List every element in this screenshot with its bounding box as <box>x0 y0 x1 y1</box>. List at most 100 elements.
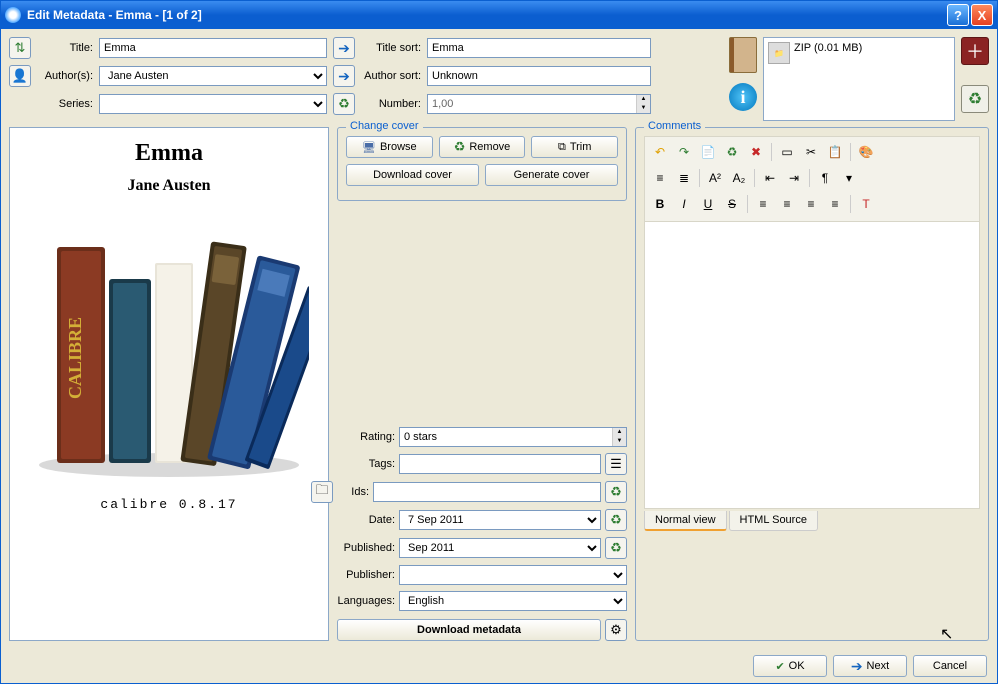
sub-icon[interactable]: A₂ <box>728 167 750 189</box>
download-metadata-button[interactable]: Download metadata <box>337 619 601 641</box>
add-format-button[interactable]: ＋ <box>961 37 989 65</box>
series-row: Series: ♻ Number: ▲▼ <box>9 93 723 115</box>
meta-fields: Rating: ▲▼ Tags: ☰ 🗀 Ids: <box>337 209 627 611</box>
calibre-version-text: calibre 0.8.17 <box>100 497 237 512</box>
underline-icon[interactable]: U <box>697 193 719 215</box>
mid-row: Emma Jane Austen CALIBRE <box>9 127 989 641</box>
tab-normal-view[interactable]: Normal view <box>644 511 727 531</box>
content-area: ⇅ Title: ➔ Title sort: 👤 Author(s): Jane… <box>1 29 997 649</box>
tags-editor-button[interactable]: ☰ <box>605 453 627 475</box>
configure-download-button[interactable]: ⚙ <box>605 619 627 641</box>
formats-list[interactable]: 📁 ZIP (0.01 MB) <box>763 37 955 121</box>
editor-toolbar: ↶ ↷ 📄 ♻ ✖ ▭ ✂ 📋 🎨 ≡ ≣ <box>644 136 980 221</box>
strike-icon[interactable]: S <box>721 193 743 215</box>
chevron-down-icon[interactable]: ▾ <box>838 167 860 189</box>
title-label: Title: <box>37 42 93 54</box>
browse-button[interactable]: 🖥Browse <box>346 136 433 158</box>
date-select[interactable]: 7 Sep 2011 <box>399 510 601 530</box>
published-select[interactable]: Sep 2011 <box>399 538 601 558</box>
cancel-button[interactable]: Cancel <box>913 655 987 677</box>
clear-published-button[interactable]: ♻ <box>605 537 627 559</box>
trim-button[interactable]: ⧉Trim <box>531 136 618 158</box>
font-color-icon[interactable]: T <box>855 193 877 215</box>
number-label: Number: <box>361 98 421 110</box>
app-icon <box>5 7 21 23</box>
titlebar: Edit Metadata - Emma - [1 of 2] ? X <box>1 1 997 29</box>
copy-icon[interactable]: 📄 <box>697 141 719 163</box>
comments-legend: Comments <box>644 120 705 132</box>
title-input[interactable] <box>99 38 327 58</box>
align-left-icon[interactable]: ≡ <box>752 193 774 215</box>
rating-spinner[interactable]: ▲▼ <box>612 428 626 446</box>
cut-icon[interactable]: ✂ <box>800 141 822 163</box>
top-right-panel: i 📁 ZIP (0.01 MB) ＋ ♻ <box>729 37 989 121</box>
help-button[interactable]: ? <box>947 4 969 26</box>
authors-select[interactable]: Jane Austen <box>99 66 327 86</box>
languages-select[interactable]: English <box>399 591 627 611</box>
bold-icon[interactable]: B <box>649 193 671 215</box>
title-sort-label: Title sort: <box>361 42 421 54</box>
undo-icon[interactable]: ↶ <box>649 141 671 163</box>
remove-cover-button[interactable]: ♻Remove <box>439 136 526 158</box>
delete-icon[interactable]: ✖ <box>745 141 767 163</box>
info-icon-button[interactable]: i <box>729 83 757 111</box>
paste-icon[interactable]: 📋 <box>824 141 846 163</box>
author-sort-input[interactable] <box>427 66 651 86</box>
number-input[interactable] <box>427 94 651 114</box>
recycle-icon[interactable]: ♻ <box>721 141 743 163</box>
author-to-sort-button[interactable]: ➔ <box>333 65 355 87</box>
indent-left-icon[interactable]: ⇤ <box>759 167 781 189</box>
align-right-icon[interactable]: ≡ <box>800 193 822 215</box>
tab-html-source[interactable]: HTML Source <box>729 511 818 531</box>
ids-icon-button[interactable]: 🗀 <box>311 481 333 503</box>
download-cover-button[interactable]: Download cover <box>346 164 479 186</box>
ids-label: Ids: <box>337 486 369 498</box>
swap-title-icon[interactable]: ⇅ <box>9 37 31 59</box>
title-row: ⇅ Title: ➔ Title sort: <box>9 37 723 59</box>
author-icon[interactable]: 👤 <box>9 65 31 87</box>
published-label: Published: <box>337 542 395 554</box>
title-sort-input[interactable] <box>427 38 651 58</box>
list-ul-icon[interactable]: ≡ <box>649 167 671 189</box>
align-justify-icon[interactable]: ≡ <box>824 193 846 215</box>
check-icon: ✔ <box>775 660 784 673</box>
select-all-icon[interactable]: ▭ <box>776 141 798 163</box>
svg-text:CALIBRE: CALIBRE <box>65 317 85 399</box>
color-icon[interactable]: 🎨 <box>855 141 877 163</box>
remove-format-button[interactable]: ♻ <box>961 85 989 113</box>
ok-button[interactable]: ✔OK <box>753 655 827 677</box>
change-cover-fieldset: Change cover 🖥Browse ♻Remove ⧉Trim Downl… <box>337 127 627 201</box>
series-select[interactable] <box>99 94 327 114</box>
tags-input[interactable] <box>399 454 601 474</box>
book-icon-button[interactable] <box>729 37 757 73</box>
align-center-icon[interactable]: ≡ <box>776 193 798 215</box>
cover-panel[interactable]: Emma Jane Austen CALIBRE <box>9 127 329 641</box>
comments-fieldset: Comments ↶ ↷ 📄 ♻ ✖ ▭ ✂ 📋 🎨 <box>635 127 989 641</box>
ids-input[interactable] <box>373 482 601 502</box>
author-sort-label: Author sort: <box>361 70 421 82</box>
list-ol-icon[interactable]: ≣ <box>673 167 695 189</box>
clear-series-button[interactable]: ♻ <box>333 93 355 115</box>
change-cover-legend: Change cover <box>346 120 423 132</box>
italic-icon[interactable]: I <box>673 193 695 215</box>
clear-date-button[interactable]: ♻ <box>605 509 627 531</box>
recycle-icon: ♻ <box>454 139 466 155</box>
trim-icon: ⧉ <box>558 141 566 154</box>
cover-books-art: CALIBRE <box>29 209 309 489</box>
publisher-select[interactable] <box>399 565 627 585</box>
sup-icon[interactable]: A² <box>704 167 726 189</box>
rating-input[interactable] <box>399 427 627 447</box>
comments-editor[interactable] <box>644 221 980 509</box>
redo-icon[interactable]: ↷ <box>673 141 695 163</box>
next-button[interactable]: ➔Next <box>833 655 907 677</box>
number-spinner[interactable]: ▲▼ <box>636 95 650 113</box>
title-to-sort-button[interactable]: ➔ <box>333 37 355 59</box>
format-label: ZIP (0.01 MB) <box>794 42 862 54</box>
block-icon[interactable]: ¶ <box>814 167 836 189</box>
date-label: Date: <box>337 514 395 526</box>
clear-ids-button[interactable]: ♻ <box>605 481 627 503</box>
close-button[interactable]: X <box>971 4 993 26</box>
rating-label: Rating: <box>337 431 395 443</box>
generate-cover-button[interactable]: Generate cover <box>485 164 618 186</box>
indent-right-icon[interactable]: ⇥ <box>783 167 805 189</box>
